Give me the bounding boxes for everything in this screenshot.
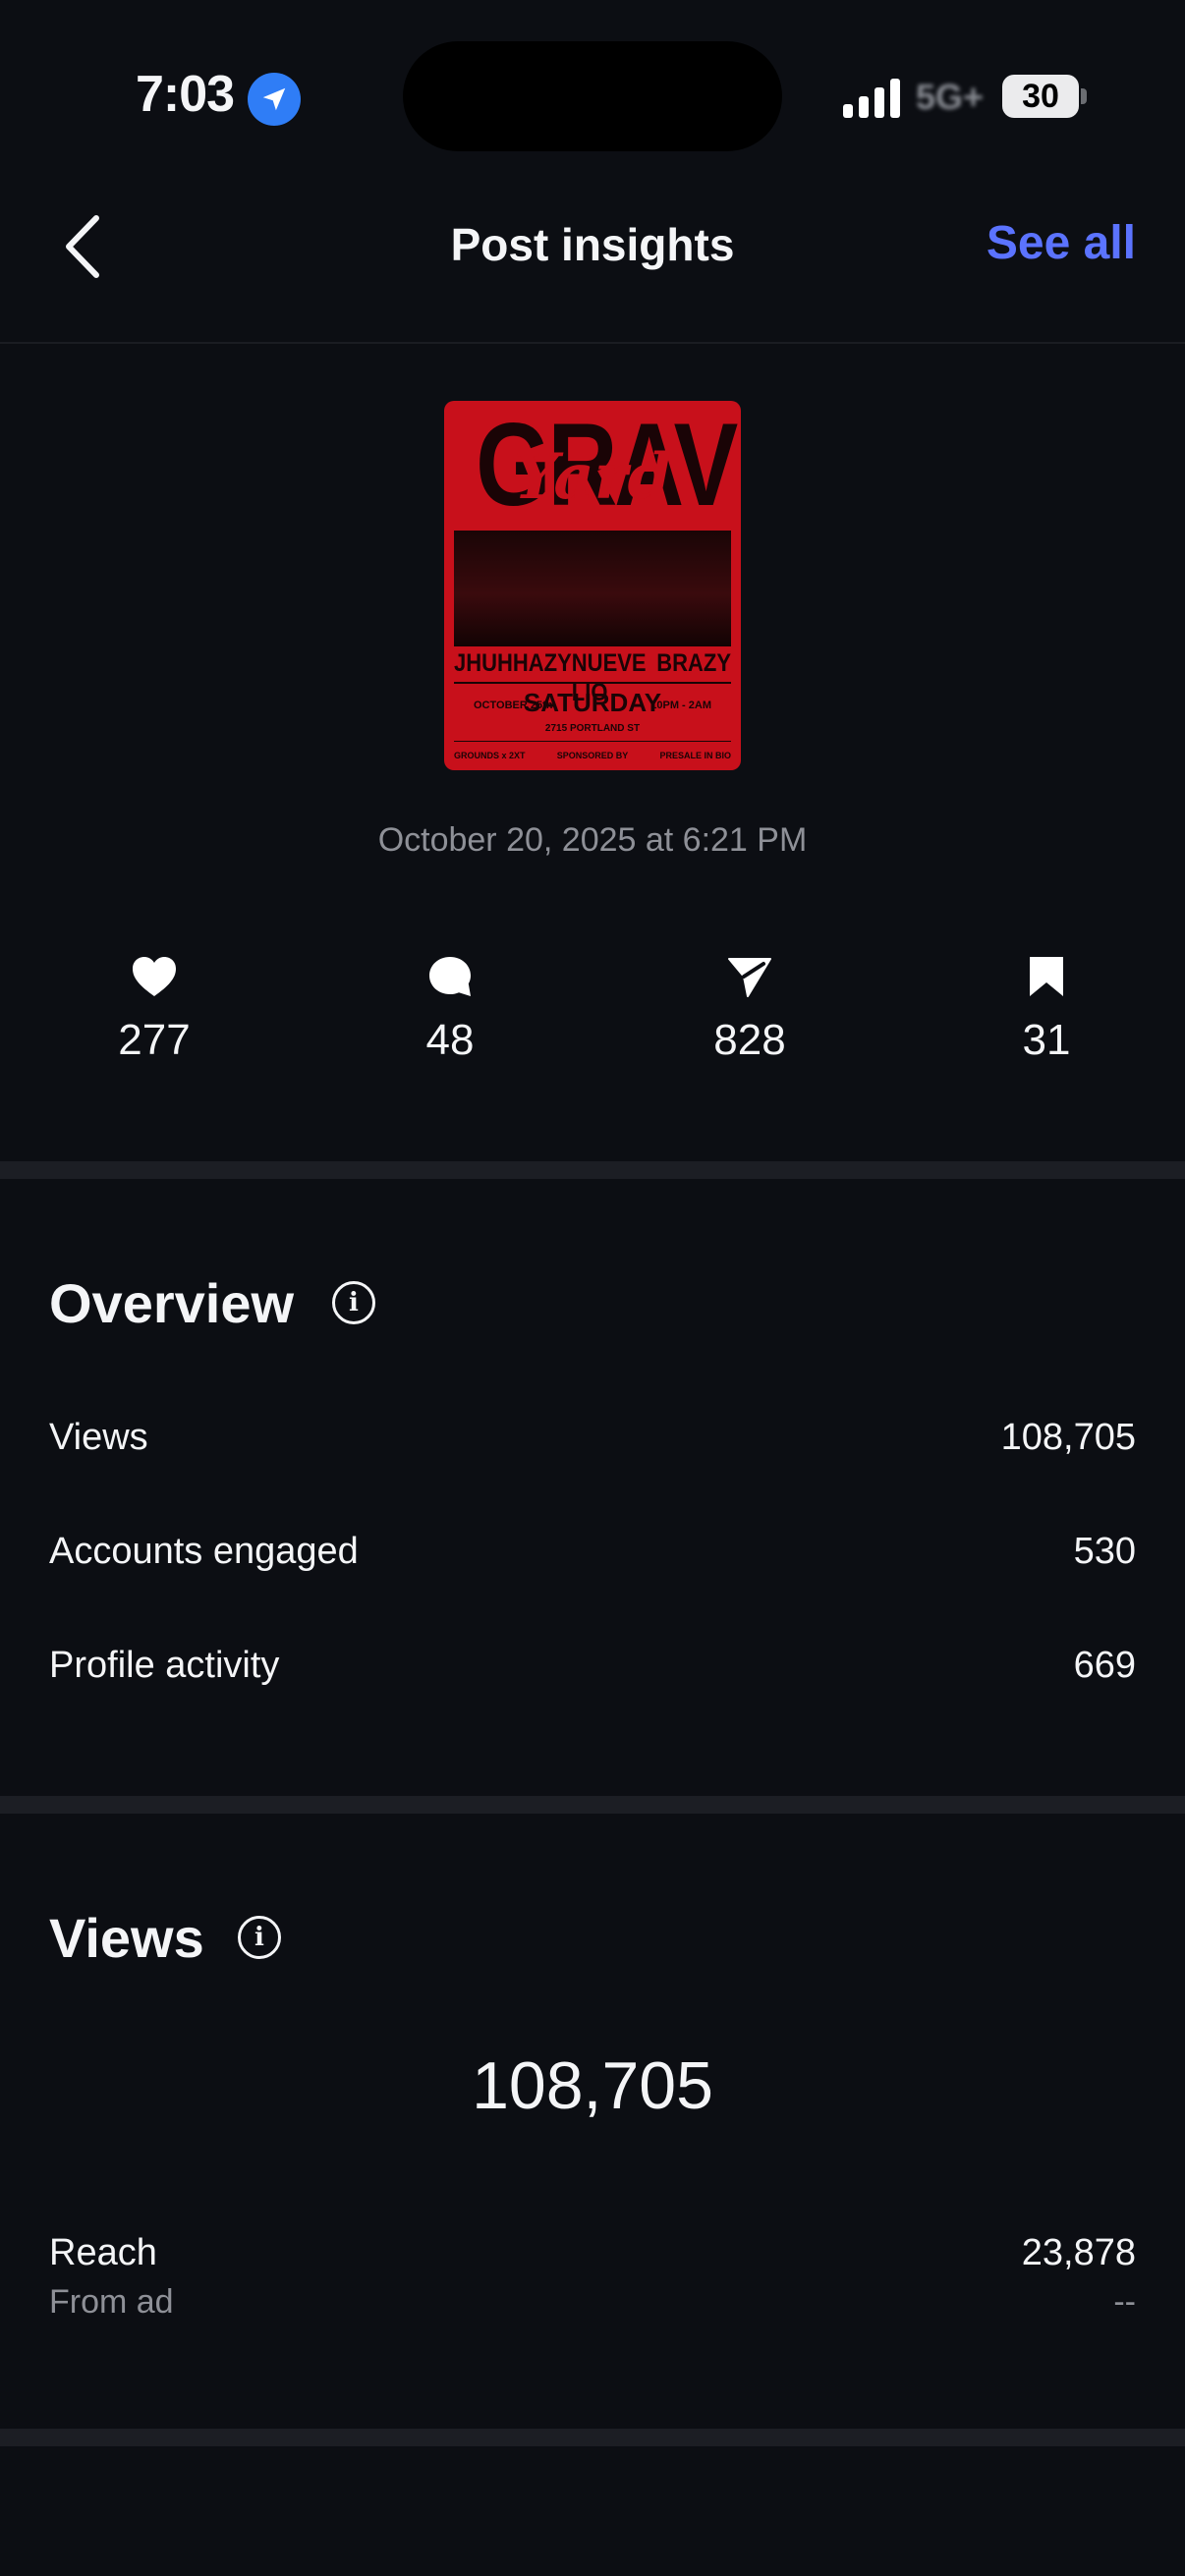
section-divider [0, 2429, 1185, 2446]
battery-icon: 30 [1002, 75, 1079, 118]
see-all-button[interactable]: See all [987, 216, 1136, 270]
battery-tip [1081, 88, 1087, 104]
poster-footer-left: GROUNDS x 2XT [454, 751, 526, 760]
section-divider [0, 1796, 1185, 1814]
poster-address: 2715 PORTLAND ST [544, 723, 641, 734]
views-row-label: Views [49, 1417, 148, 1458]
info-icon[interactable]: i [332, 1281, 375, 1324]
likes-count: 277 [118, 1016, 191, 1064]
dynamic-island [403, 41, 782, 151]
comments-count: 48 [425, 1016, 475, 1064]
heart-icon [133, 957, 176, 996]
section-divider [0, 1161, 1185, 1179]
status-time: 7:03 [136, 66, 235, 123]
views-row-value: 108,705 [1000, 1417, 1136, 1458]
poster-footer: GROUNDS x 2XT SPONSORED BY PRESALE IN BI… [454, 751, 731, 760]
location-arrow-icon [248, 73, 301, 126]
poster-photo [454, 531, 731, 646]
likes-stat: 277 [76, 955, 233, 1065]
post-date: October 20, 2025 at 6:21 PM [377, 821, 808, 859]
poster-script: Yard [513, 440, 672, 514]
poster-rule [454, 682, 731, 684]
poster-hours: 10PM - 2AM [650, 700, 711, 711]
info-icon[interactable]: i [238, 1916, 281, 1959]
profile-activity-value: 669 [1073, 1645, 1136, 1686]
views-title: Views [49, 1907, 204, 1969]
battery-level: 30 [1022, 77, 1059, 115]
overview-title: Overview [49, 1272, 295, 1334]
views-total: 108,705 [472, 2048, 713, 2123]
saves-stat: 31 [968, 955, 1125, 1065]
accounts-engaged-label: Accounts engaged [49, 1531, 359, 1572]
comments-stat: 48 [371, 955, 529, 1065]
share-icon [728, 958, 771, 997]
profile-activity-label: Profile activity [49, 1645, 280, 1686]
poster-footer-right: PRESALE IN BIO [659, 751, 731, 760]
header-divider [0, 342, 1185, 344]
from-ad-value: -- [1113, 2283, 1136, 2321]
reach-value: 23,878 [1021, 2232, 1136, 2273]
from-ad-label: From ad [49, 2283, 174, 2321]
reach-label: Reach [49, 2232, 157, 2273]
signal-icon [843, 79, 900, 118]
poster-rule [454, 741, 731, 742]
shares-count: 828 [713, 1016, 786, 1064]
comment-icon [429, 957, 471, 996]
network-type: 5G+ [916, 77, 985, 117]
saves-count: 31 [1022, 1016, 1071, 1064]
accounts-engaged-value: 530 [1073, 1531, 1136, 1572]
post-thumbnail[interactable]: GRAVE Yard JHUH HAZY NUEVE LIO BRAZY OCT… [444, 401, 741, 770]
bookmark-icon [1030, 957, 1063, 996]
poster-footer-mid: SPONSORED BY [556, 751, 629, 760]
shares-stat: 828 [671, 955, 828, 1065]
